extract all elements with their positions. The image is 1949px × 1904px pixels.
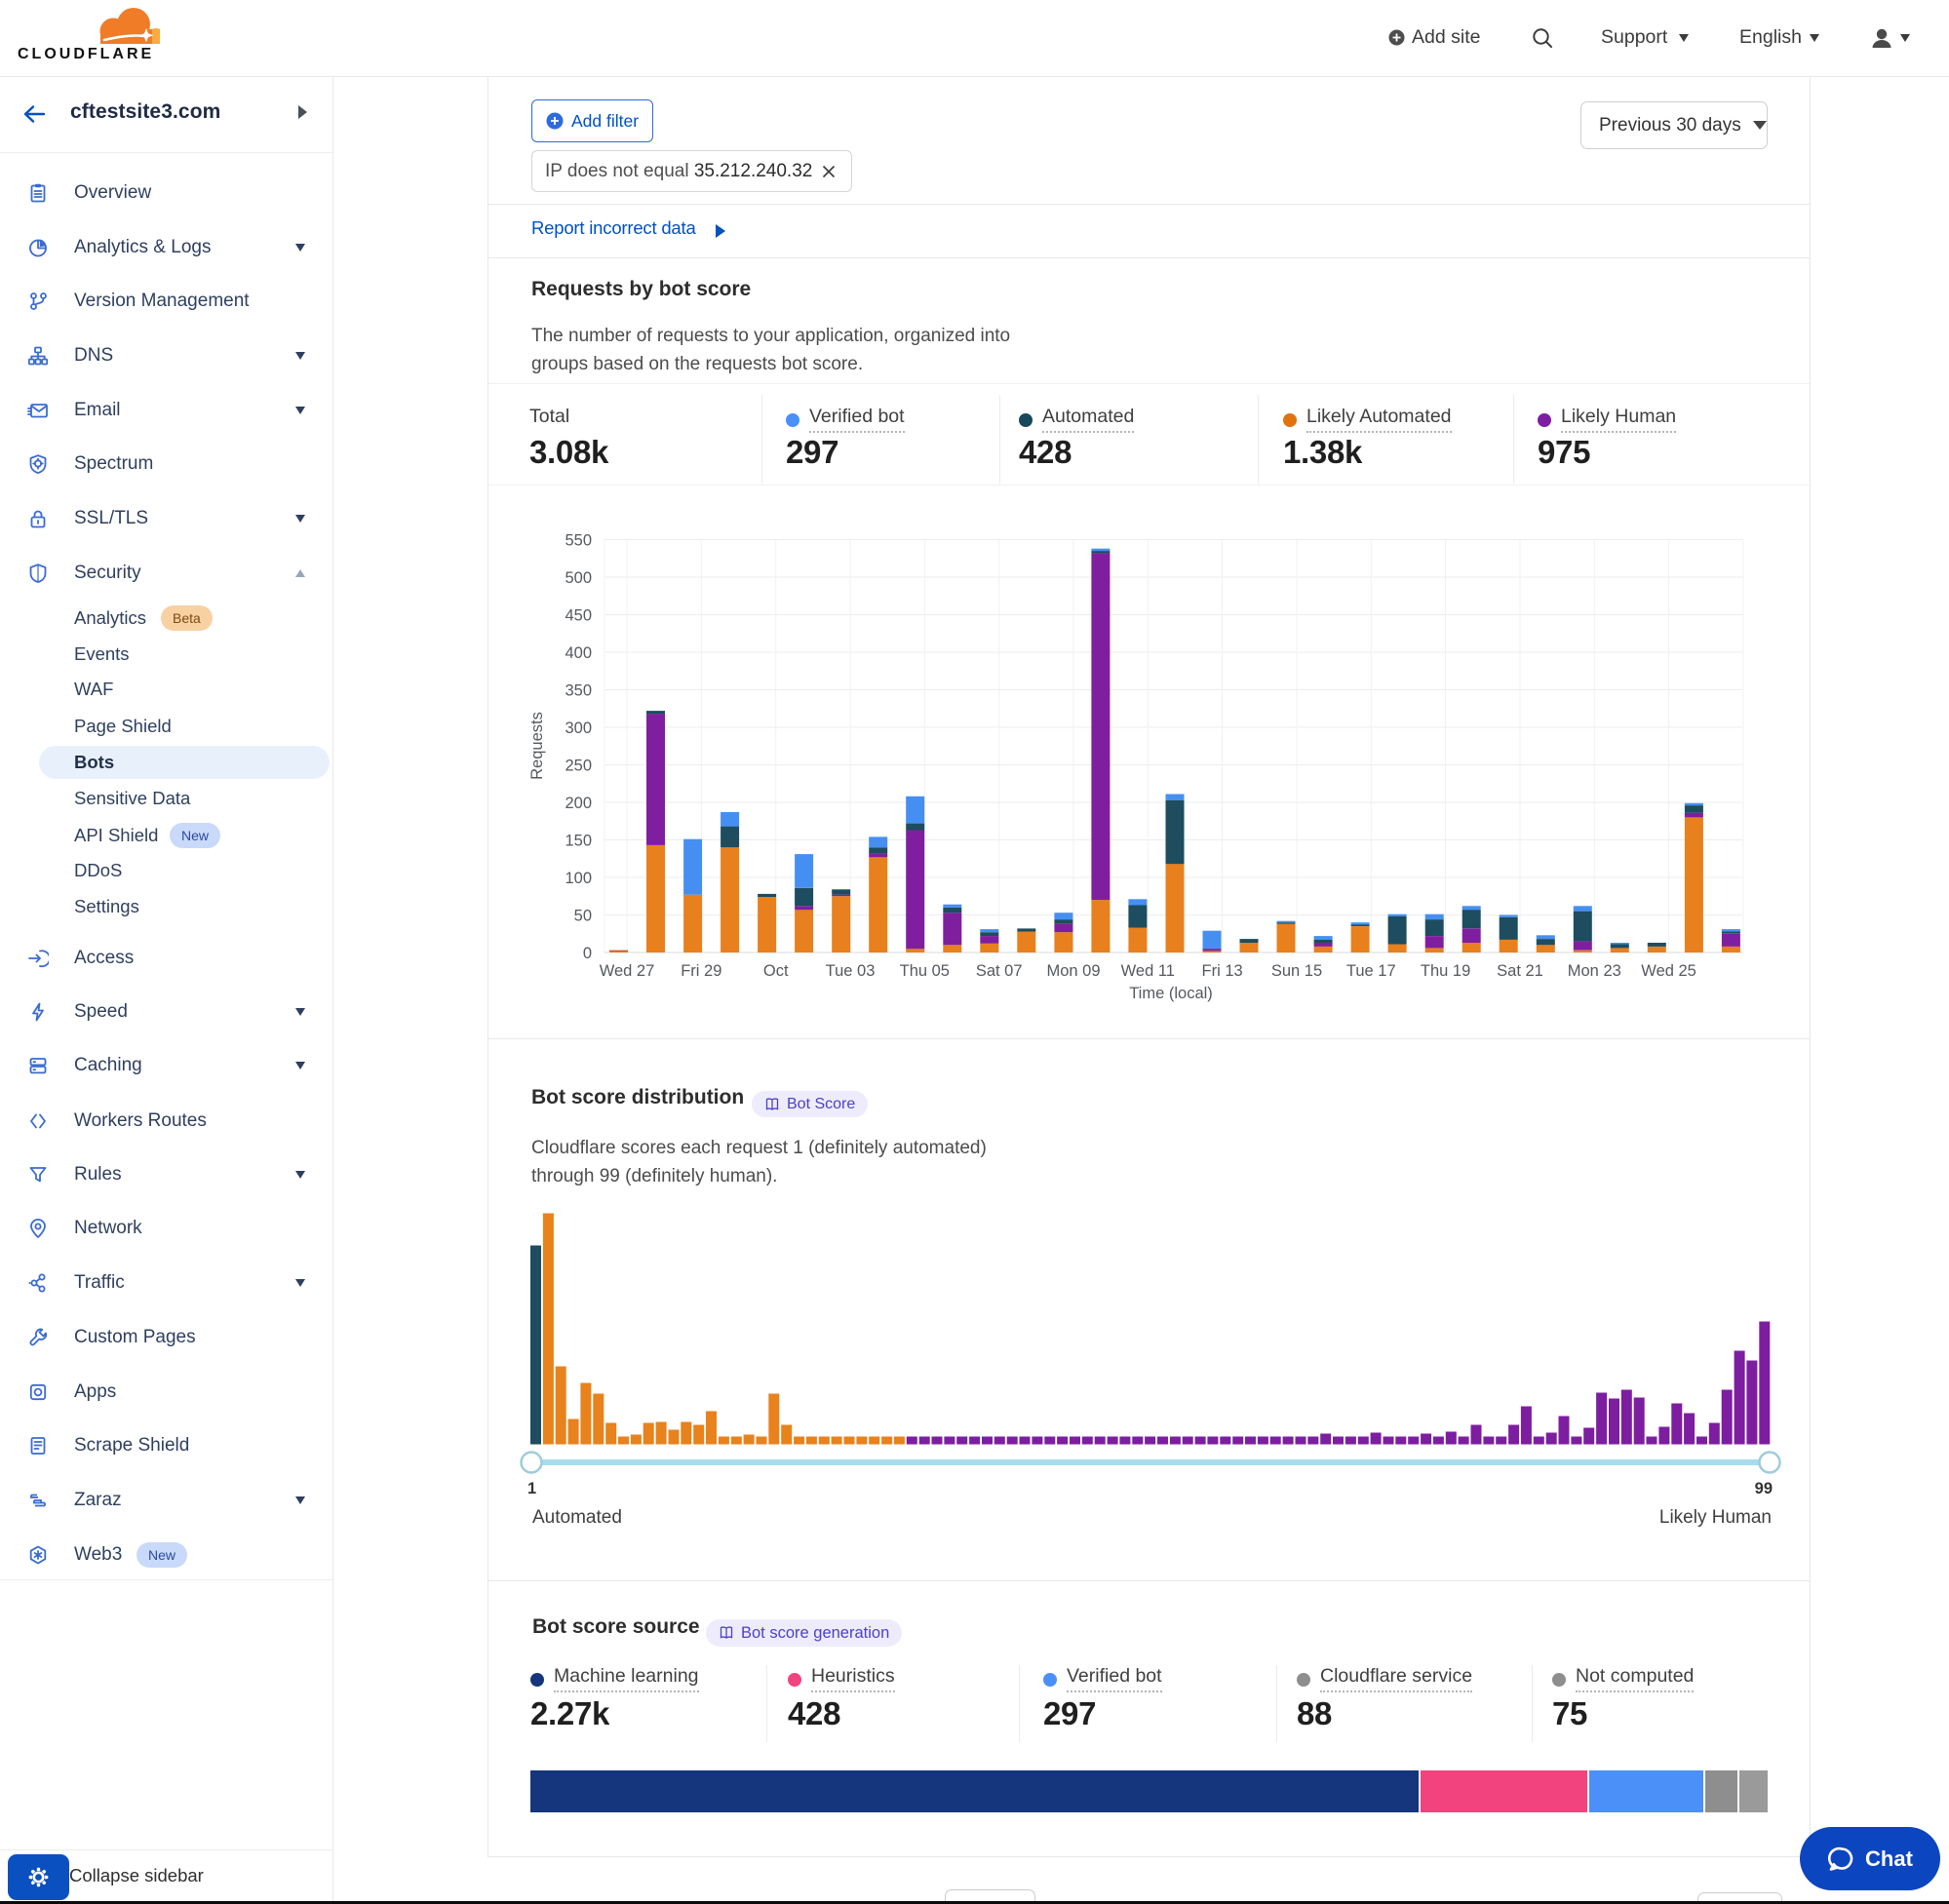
svg-text:Wed 11: Wed 11 (1121, 962, 1175, 980)
svg-text:Mon 09: Mon 09 (1046, 962, 1100, 980)
svg-text:400: 400 (565, 644, 592, 662)
svg-text:Wed 27: Wed 27 (600, 962, 655, 980)
svg-text:200: 200 (565, 795, 592, 812)
svg-text:0: 0 (583, 945, 592, 962)
svg-text:Sat 21: Sat 21 (1497, 962, 1543, 980)
svg-text:550: 550 (565, 532, 592, 550)
svg-text:Thu 05: Thu 05 (900, 962, 950, 980)
svg-text:300: 300 (565, 719, 592, 737)
svg-text:350: 350 (565, 682, 592, 700)
svg-text:Tue 03: Tue 03 (826, 962, 876, 980)
svg-text:100: 100 (565, 870, 592, 887)
svg-text:Time (local): Time (local) (1129, 985, 1213, 1002)
svg-text:Sun 15: Sun 15 (1271, 962, 1322, 980)
svg-text:Requests: Requests (528, 712, 546, 780)
svg-text:Oct: Oct (763, 962, 789, 980)
svg-text:Thu 19: Thu 19 (1421, 962, 1470, 980)
svg-text:500: 500 (565, 569, 592, 587)
svg-text:Tue 17: Tue 17 (1346, 962, 1396, 980)
svg-text:Wed 25: Wed 25 (1641, 962, 1696, 980)
svg-text:Sat 07: Sat 07 (976, 962, 1023, 980)
svg-text:150: 150 (565, 833, 592, 850)
svg-text:Mon 23: Mon 23 (1568, 962, 1621, 980)
svg-text:Fri 13: Fri 13 (1202, 962, 1243, 980)
svg-text:CLOUDFLARE: CLOUDFLARE (18, 46, 154, 62)
svg-text:Fri 29: Fri 29 (681, 962, 721, 980)
svg-text:450: 450 (565, 607, 592, 625)
svg-text:50: 50 (574, 908, 592, 925)
svg-text:250: 250 (565, 758, 592, 775)
